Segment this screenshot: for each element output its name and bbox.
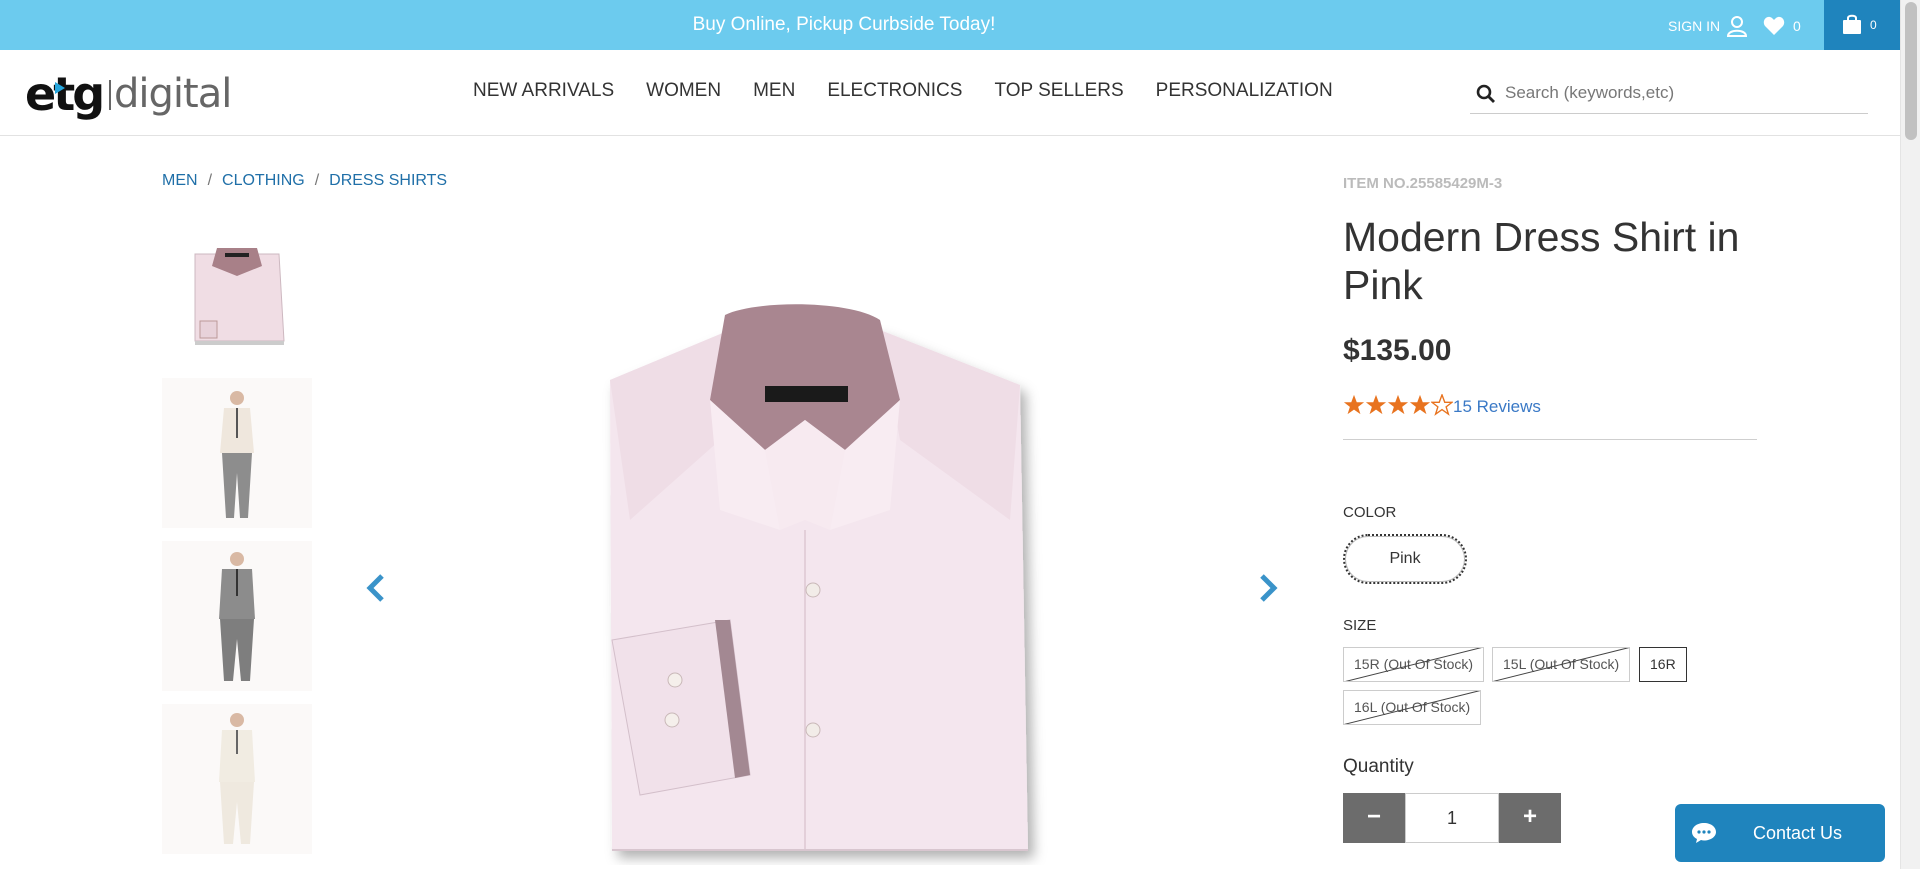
item-number: ITEM NO.25585429M-3 <box>1343 175 1503 192</box>
nav-electronics[interactable]: ELECTRONICS <box>827 50 962 136</box>
star-filled-icon <box>1409 394 1431 415</box>
promo-text[interactable]: Buy Online, Pickup Curbside Today! <box>0 0 1688 50</box>
user-icon[interactable] <box>1727 15 1747 37</box>
breadcrumb: MEN / CLOTHING / DRESS SHIRTS <box>162 172 448 189</box>
size-option-15r[interactable]: 15R (Out Of Stock) <box>1343 647 1485 682</box>
search-input[interactable] <box>1505 74 1855 112</box>
size-option-16l[interactable]: 16L (Out Of Stock) <box>1343 690 1482 725</box>
star-filled-icon <box>1387 394 1409 415</box>
main-product-image <box>610 304 1028 851</box>
scrollbar-thumb[interactable] <box>1905 2 1917 140</box>
product-title: Modern Dress Shirt in Pink <box>1343 214 1740 308</box>
logo-triangle-icon <box>55 82 65 94</box>
color-option-pink[interactable]: Pink <box>1343 534 1467 584</box>
thumbnail-model-2[interactable] <box>162 541 312 691</box>
search-icon[interactable] <box>1476 84 1496 104</box>
wishlist-count: 0 <box>1793 18 1801 34</box>
nav-top-sellers[interactable]: TOP SELLERS <box>994 50 1123 136</box>
star-filled-icon <box>1343 394 1365 415</box>
breadcrumb-clothing[interactable]: CLOTHING <box>222 172 305 189</box>
contact-us-label: Contact Us <box>1753 823 1843 843</box>
quantity-increase-button[interactable]: + <box>1499 793 1561 843</box>
nav-women[interactable]: WOMEN <box>646 50 721 136</box>
search-box <box>1470 74 1868 114</box>
reviews-link[interactable]: 15 Reviews <box>1453 397 1541 417</box>
thumbnail-shirt[interactable] <box>162 226 312 376</box>
star-filled-icon <box>1365 394 1387 415</box>
next-image-arrow-icon[interactable] <box>1252 568 1282 608</box>
size-option-15l[interactable]: 15L (Out Of Stock) <box>1492 647 1631 682</box>
contact-us-button[interactable]: Contact Us <box>1675 804 1885 862</box>
thumbnail-model-3[interactable] <box>162 704 312 854</box>
page-scrollbar[interactable] <box>1900 0 1920 869</box>
quantity-decrease-button[interactable]: − <box>1343 793 1405 843</box>
star-empty-icon <box>1431 394 1453 416</box>
shopping-bag-icon <box>1843 14 1861 34</box>
divider <box>1343 439 1757 440</box>
cart-count: 0 <box>1870 18 1877 32</box>
nav-personalization[interactable]: PERSONALIZATION <box>1156 50 1333 136</box>
quantity-label: Quantity <box>1343 756 1414 777</box>
main-nav: NEW ARRIVALS WOMEN MEN ELECTRONICS TOP S… <box>473 50 1365 136</box>
size-label: SIZE <box>1343 617 1377 634</box>
promo-bar: Buy Online, Pickup Curbside Today! SIGN … <box>0 0 1900 50</box>
site-header: etg digital NEW ARRIVALS WOMEN MEN ELECT… <box>0 50 1900 136</box>
quantity-input[interactable] <box>1405 793 1499 843</box>
nav-new-arrivals[interactable]: NEW ARRIVALS <box>473 50 614 136</box>
thumbnail-model-1[interactable] <box>162 378 312 528</box>
size-option-16r[interactable]: 16R <box>1639 647 1687 682</box>
breadcrumb-dress-shirts[interactable]: DRESS SHIRTS <box>329 172 447 189</box>
breadcrumb-men[interactable]: MEN <box>162 172 198 189</box>
chat-icon <box>1692 823 1716 843</box>
heart-icon[interactable] <box>1763 16 1785 36</box>
cart-button[interactable]: 0 <box>1824 0 1900 50</box>
color-label: COLOR <box>1343 504 1397 521</box>
previous-image-arrow-icon[interactable] <box>362 568 392 608</box>
product-price: $135.00 <box>1343 334 1452 367</box>
sign-in-link[interactable]: SIGN IN <box>1668 0 1720 50</box>
nav-men[interactable]: MEN <box>753 50 795 136</box>
